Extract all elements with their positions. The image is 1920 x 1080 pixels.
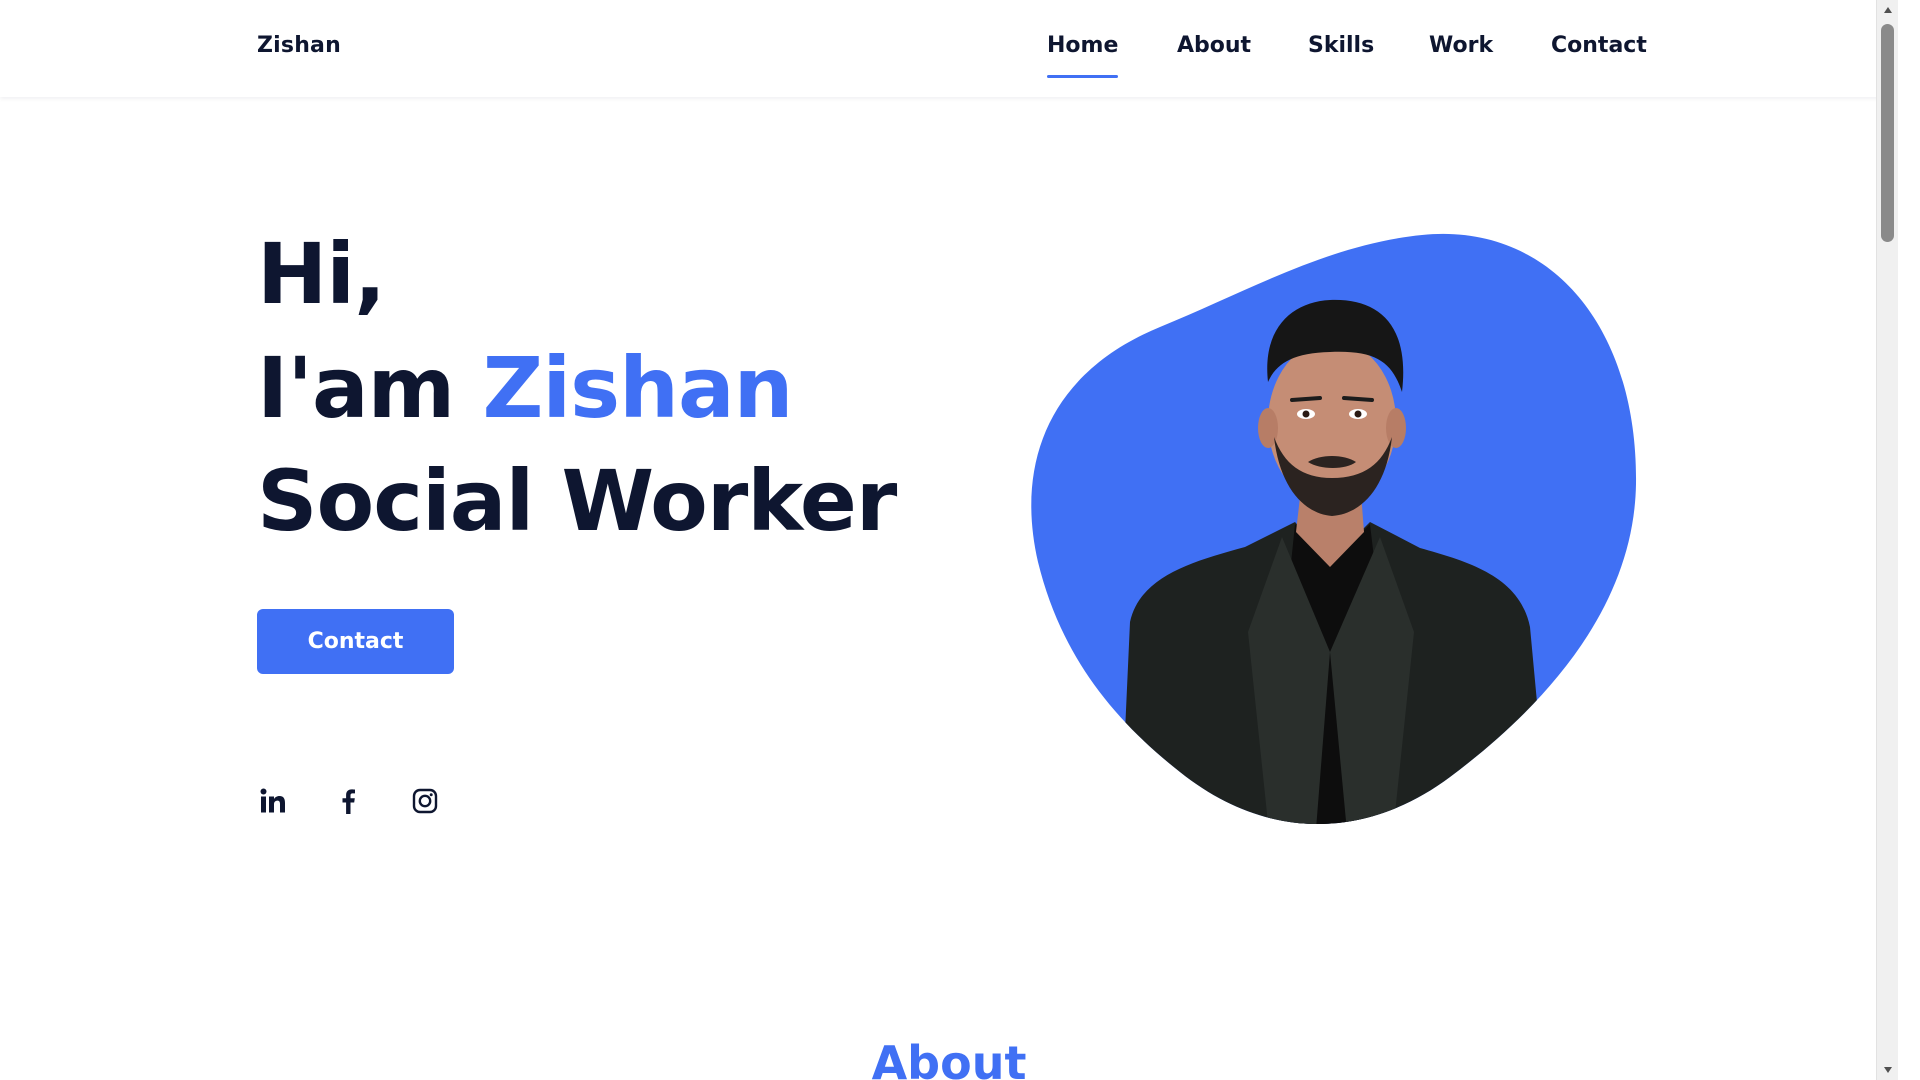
profile-photo: [1030, 232, 1640, 828]
page: Zishan Home About Skills Work Contact Hi…: [0, 0, 1898, 1080]
linkedin-icon[interactable]: [257, 785, 289, 817]
nav-contact[interactable]: Contact: [1551, 33, 1647, 58]
nav-skills[interactable]: Skills: [1308, 33, 1374, 58]
page-scrollbar[interactable]: [1876, 0, 1898, 1080]
brand-logo-link[interactable]: Zishan: [257, 33, 341, 58]
hero-profession: Social Worker: [257, 452, 897, 550]
nav-work[interactable]: Work: [1429, 33, 1493, 58]
hero-intro: I'am Zishan: [257, 339, 793, 437]
scrollbar-thumb[interactable]: [1881, 24, 1894, 242]
scroll-down-arrow-icon[interactable]: [1877, 1060, 1898, 1080]
nav-about[interactable]: About: [1177, 33, 1251, 58]
nav-home[interactable]: Home: [1047, 33, 1119, 78]
hero-name: Zishan: [482, 339, 793, 437]
hero-contact-button[interactable]: Contact: [257, 609, 454, 674]
facebook-icon[interactable]: [333, 785, 365, 817]
site-header: Zishan Home About Skills Work Contact: [0, 0, 1898, 97]
hero-greeting: Hi,: [257, 225, 386, 323]
scroll-up-arrow-icon[interactable]: [1877, 0, 1898, 20]
instagram-icon[interactable]: [409, 785, 441, 817]
about-section-title: About: [871, 1036, 1027, 1080]
hero-intro-prefix: I'am: [257, 339, 483, 437]
